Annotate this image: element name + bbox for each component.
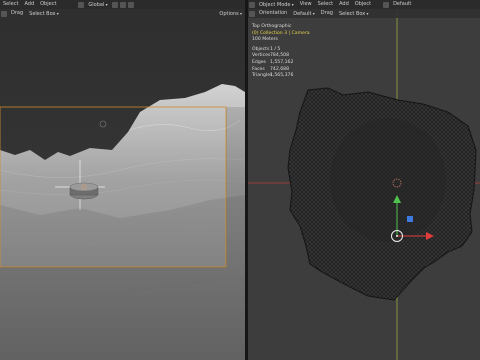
stats-row: Edges 1,557,162 [252,59,294,65]
drag-label: Drag [320,10,333,16]
select-mode-dropdown[interactable]: Select Box [336,9,372,18]
orientation-dropdown[interactable]: Default [390,0,414,9]
add-menu[interactable]: Add [336,0,352,9]
right-top-toolbar: Object Mode View Select Add Object Defau… [248,0,480,9]
xy-plane-handle-icon[interactable] [407,216,413,222]
options-dropdown[interactable]: Options [216,9,245,18]
left-3d-viewport[interactable]: Select Add Object Global Drag Select Box… [0,0,245,360]
mode-dropdown[interactable]: Object Mode [256,0,297,9]
select-box-tool-icon[interactable] [1,10,7,17]
orientation-label: Orientation [259,10,288,16]
camera-view-canvas[interactable] [0,0,245,360]
transform-orientation-icon[interactable] [383,1,390,8]
select-menu[interactable]: Select [0,0,21,9]
transform-orientation-icon[interactable] [78,1,85,8]
view-name: Top Orthographic [252,24,292,29]
select-menu[interactable]: Select [315,0,336,9]
orientation-value-dropdown[interactable]: Default [290,9,318,18]
viewport-overlay-info: Top Orthographic (0) Collection 3 | Came… [252,24,310,80]
left-top-toolbar: Select Add Object Global [0,0,245,9]
right-tool-settings-bar: Orientation Default Drag Select Box [248,9,480,18]
select-mode-dropdown[interactable]: Select Box [26,9,62,18]
add-menu[interactable]: Add [21,0,37,9]
snap-icon[interactable] [119,1,126,8]
left-tool-settings-bar: Drag Select Box Options [0,9,245,18]
proportional-edit-icon[interactable] [127,1,134,8]
pivot-icon[interactable] [111,1,118,8]
object-menu[interactable]: Object [37,0,59,9]
stats-row: Vertices 784,508 [252,53,289,59]
drag-label: Drag [11,10,24,16]
grid-scale: 100 Meters [252,37,278,43]
object-menu[interactable]: Object [352,0,374,9]
editor-type-icon[interactable] [249,1,255,8]
stats-row: Triangles 1,565,376 [252,73,294,79]
view-menu[interactable]: View [297,0,315,9]
orientation-dropdown[interactable]: Global [85,0,110,9]
move-tool-icon[interactable] [249,10,255,17]
right-3d-viewport[interactable]: Object Mode View Select Add Object Defau… [248,0,480,360]
